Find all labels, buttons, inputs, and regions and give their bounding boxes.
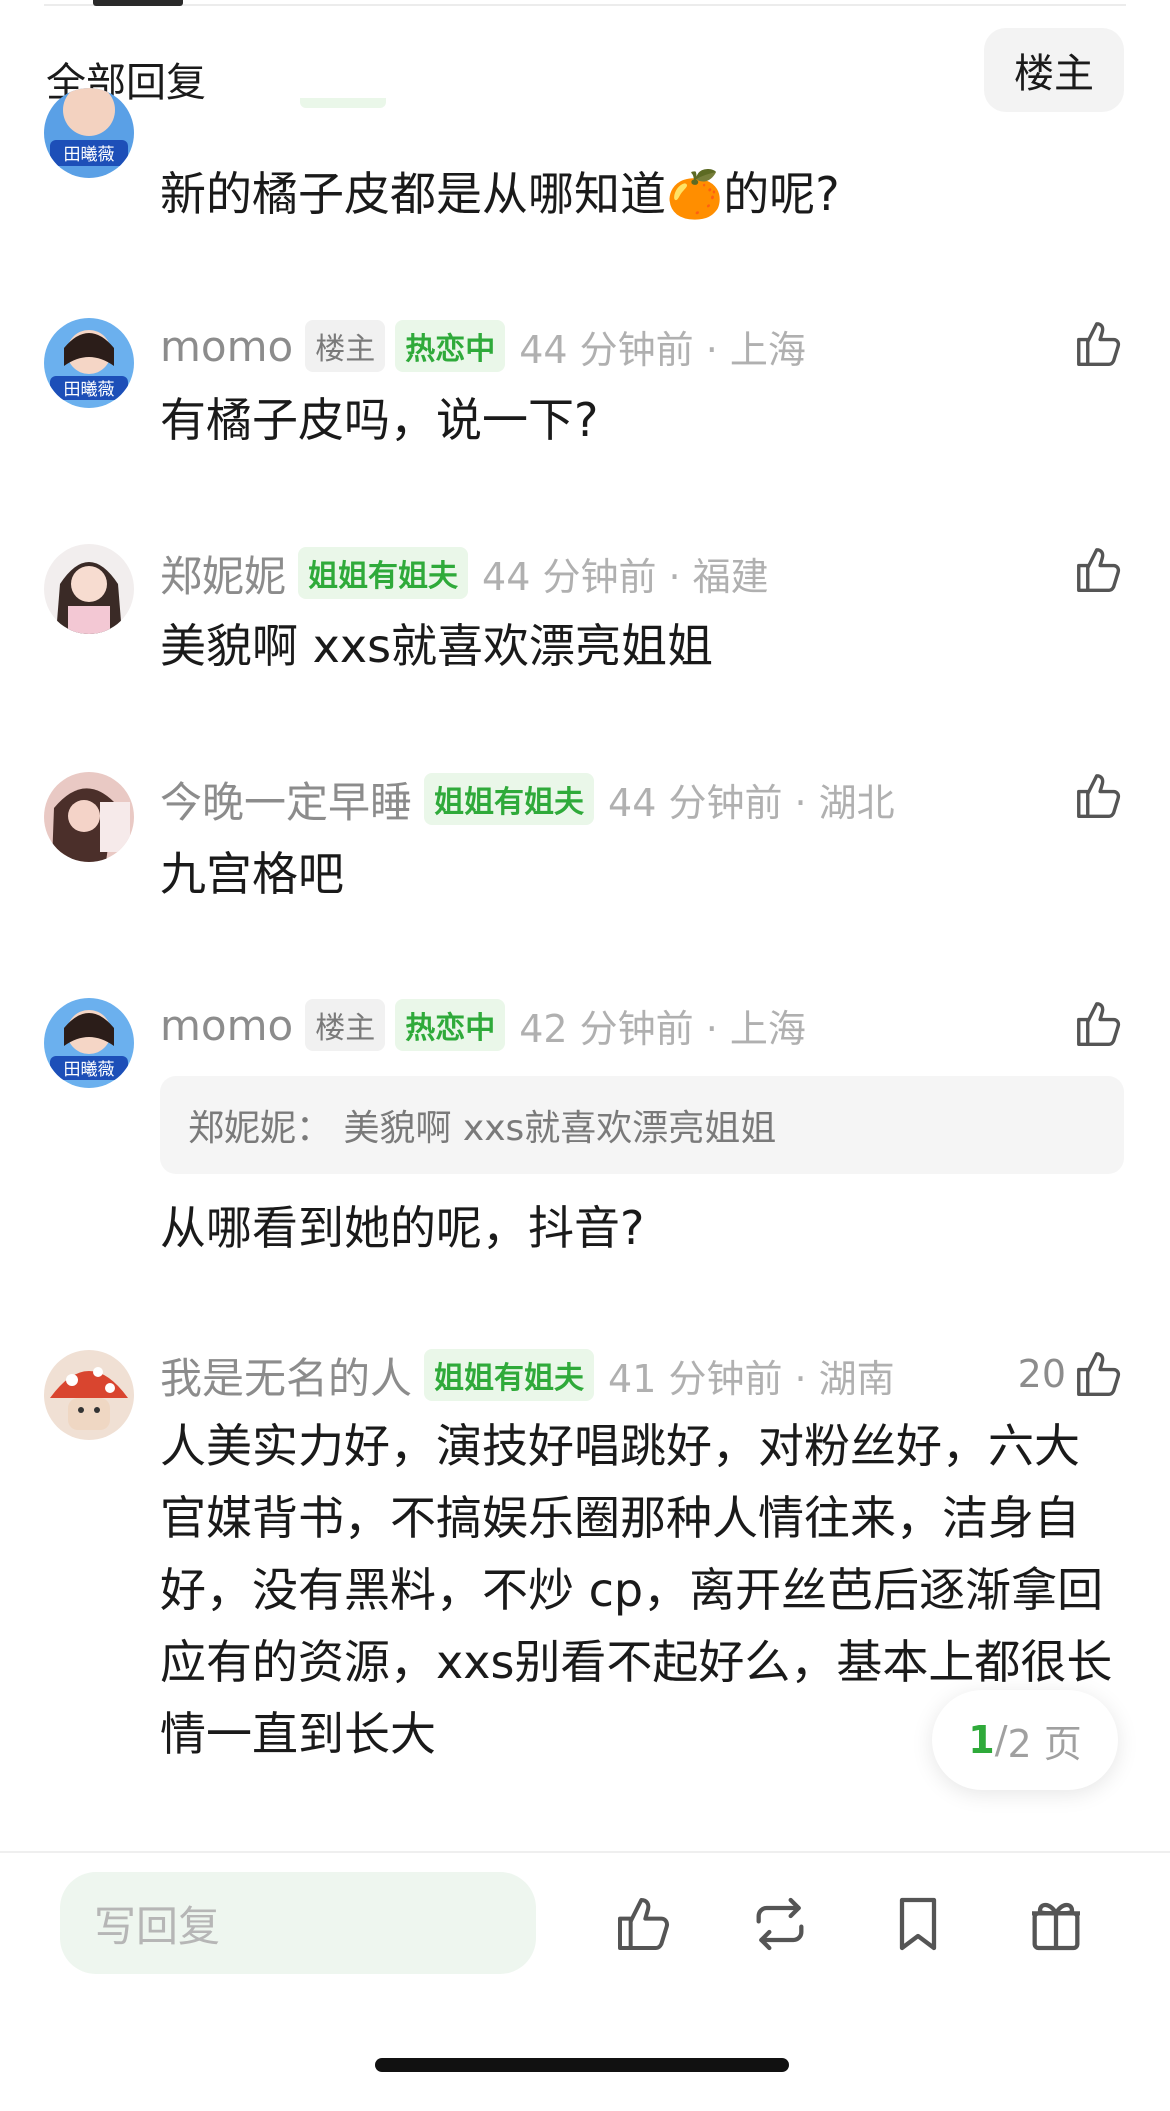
page-current: 1 — [968, 1718, 995, 1762]
page-separator: / — [994, 1718, 1008, 1762]
avatar[interactable]: 田曦薇 — [44, 998, 134, 1088]
timestamp-location: 44 分钟前 · 福建 — [482, 554, 769, 599]
like-icon[interactable] — [612, 1892, 676, 1956]
avatar[interactable] — [44, 1350, 134, 1440]
timestamp-location: 44 分钟前 · 湖北 — [608, 780, 895, 825]
bottom-divider — [0, 1851, 1170, 1853]
status-badge: 姐姐有姐夫 — [298, 547, 469, 599]
like-button[interactable] — [1072, 996, 1126, 1052]
username[interactable]: momo — [160, 322, 293, 371]
gift-icon[interactable] — [1024, 1892, 1088, 1956]
status-badge: 姐姐有姐夫 — [424, 1349, 595, 1401]
comment-text: 九宫格吧 — [160, 847, 344, 901]
comment-text: 有橘子皮吗，说一下? — [160, 393, 599, 447]
svg-text:田曦薇: 田曦薇 — [64, 1060, 115, 1080]
status-badge: 姐姐有姐夫 — [424, 773, 595, 825]
like-button[interactable] — [1072, 316, 1126, 372]
bookmark-icon[interactable] — [886, 1892, 950, 1956]
svg-text:田曦薇: 田曦薇 — [64, 380, 115, 400]
avatar[interactable]: 田曦薇 — [44, 318, 134, 408]
username[interactable]: 今晚一定早睡 — [160, 769, 412, 830]
comment-text: 从哪看到她的呢，抖音? — [160, 1201, 645, 1255]
username[interactable]: 我是无名的人 — [160, 1345, 412, 1406]
thumbs-up-icon — [1077, 1352, 1121, 1396]
thumbs-up-icon — [1077, 774, 1121, 818]
like-button[interactable] — [1072, 768, 1126, 824]
thumbs-up-icon — [1077, 548, 1121, 592]
replies-header: 全部回复 楼主 — [0, 28, 1170, 112]
top-divider — [44, 4, 1126, 6]
comment-meta: 我是无名的人 姐姐有姐夫 41 分钟前 · 湖南 — [160, 1349, 895, 1403]
like-button[interactable]: 20 — [1018, 1346, 1126, 1402]
status-badge: 热恋中 — [395, 320, 506, 372]
page-total: 2 页 — [1007, 1721, 1082, 1766]
comment-text: 新的橘子皮都是从哪知道🍊的呢? — [160, 167, 840, 221]
timestamp-location: 44 分钟前 · 上海 — [519, 327, 806, 372]
svg-text:田曦薇: 田曦薇 — [64, 145, 115, 165]
repost-icon[interactable] — [748, 1892, 812, 1956]
thumbs-up-icon — [1077, 1002, 1121, 1046]
thumbs-up-icon — [1077, 322, 1121, 366]
reply-input[interactable]: 写回复 — [60, 1872, 536, 1974]
status-badge: 热恋中 — [395, 999, 506, 1051]
timestamp-location: 41 分钟前 · 湖南 — [608, 1356, 895, 1401]
host-badge: 楼主 — [305, 320, 386, 372]
host-badge: 楼主 — [305, 999, 386, 1051]
avatar[interactable] — [44, 772, 134, 862]
comment-meta: momo 楼主 热恋中 44 分钟前 · 上海 — [160, 320, 806, 372]
host-only-filter-button[interactable]: 楼主 — [984, 28, 1124, 112]
username[interactable]: 郑妮妮 — [160, 543, 286, 604]
avatar[interactable] — [44, 544, 134, 634]
like-count: 20 — [1017, 1352, 1066, 1396]
comment-meta: 今晚一定早睡 姐姐有姐夫 44 分钟前 · 湖北 — [160, 773, 895, 827]
avatar[interactable]: 田曦薇 — [44, 88, 134, 178]
comment-meta: 郑妮妮 姐姐有姐夫 44 分钟前 · 福建 — [160, 547, 769, 601]
tag-badge-cutoff — [300, 98, 386, 108]
home-indicator — [375, 2058, 789, 2072]
comment-text: 美貌啊 xxs就喜欢漂亮姐姐 — [160, 619, 714, 673]
like-button[interactable] — [1072, 542, 1126, 598]
tab-indicator — [93, 0, 183, 6]
comment-meta: momo 楼主 热恋中 42 分钟前 · 上海 — [160, 999, 806, 1051]
quoted-reply[interactable]: 郑妮妮： 美貌啊 xxs就喜欢漂亮姐姐 — [160, 1076, 1124, 1174]
username[interactable]: momo — [160, 1001, 293, 1050]
pagination-indicator[interactable]: 1/2 页 — [932, 1690, 1118, 1790]
timestamp-location: 42 分钟前 · 上海 — [519, 1006, 806, 1051]
